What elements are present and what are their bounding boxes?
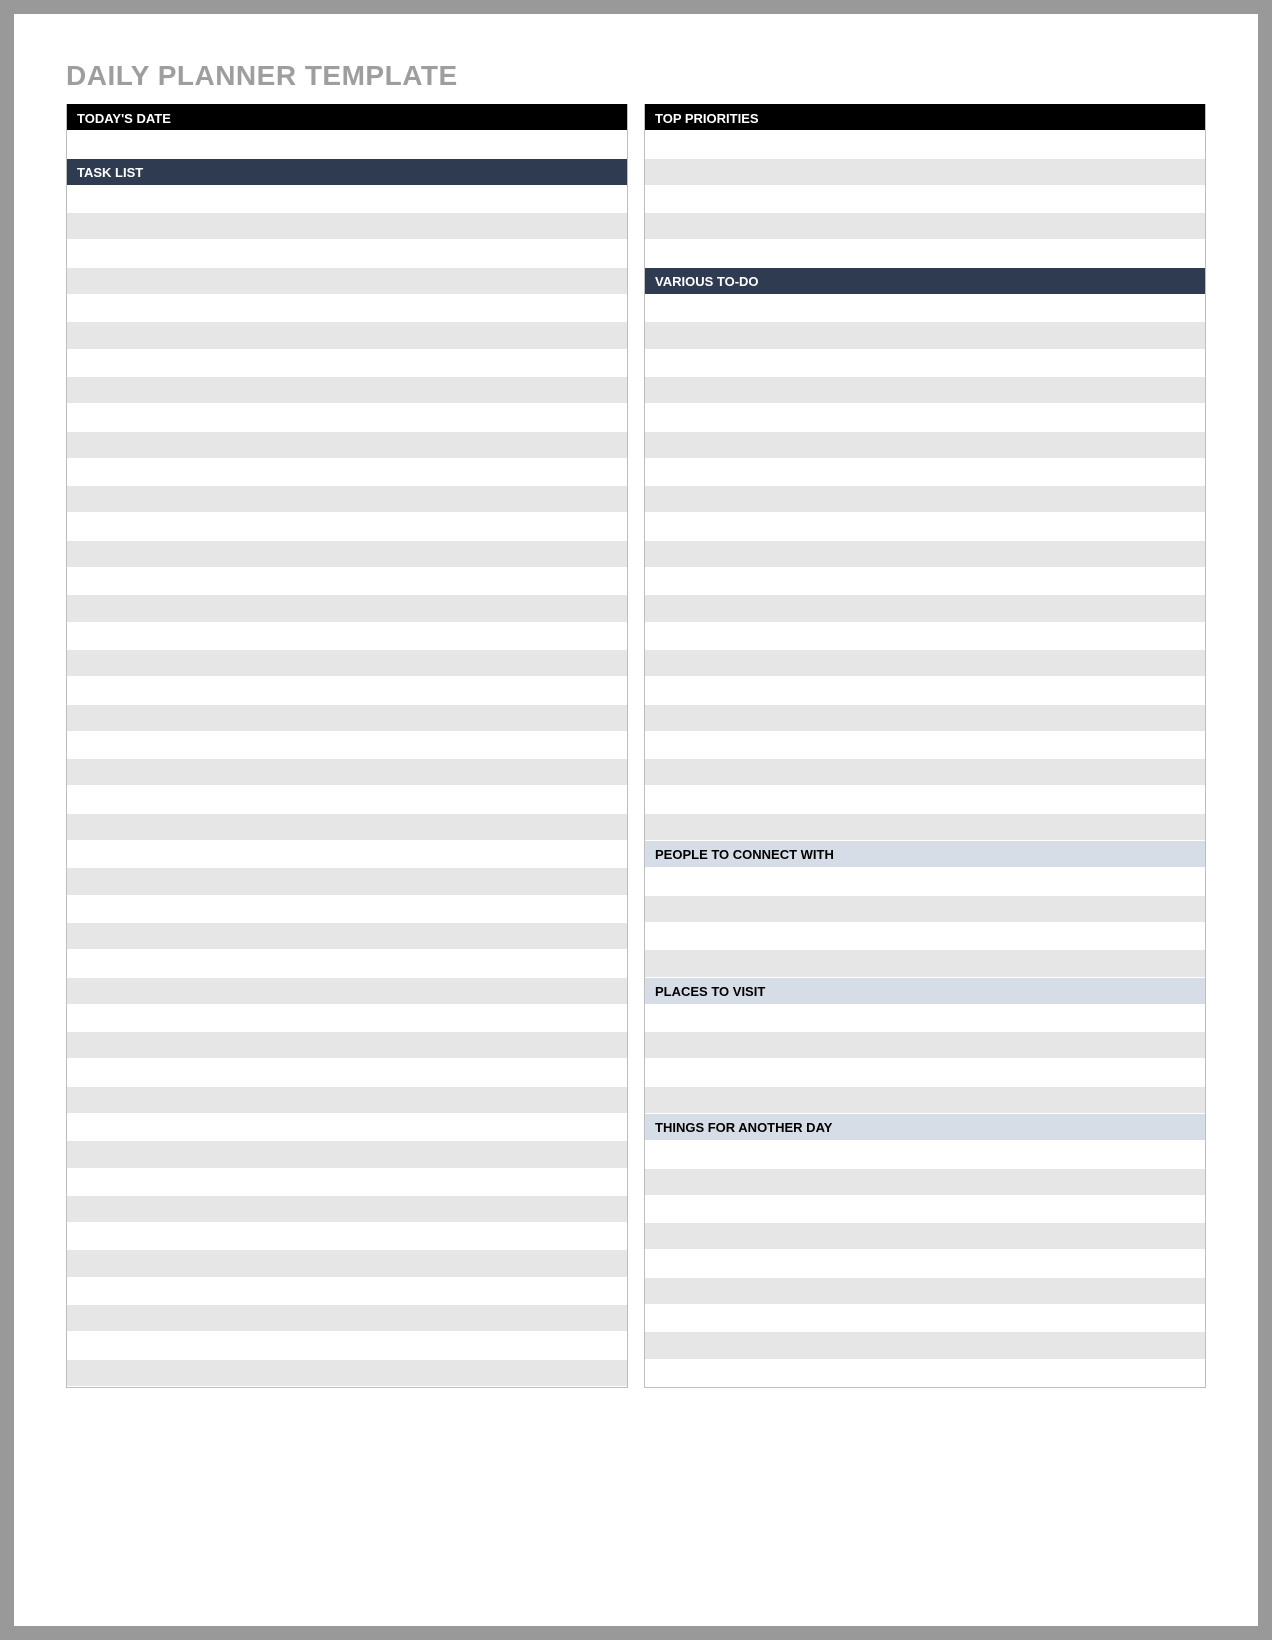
todo-row[interactable] bbox=[645, 595, 1205, 622]
task-row[interactable] bbox=[67, 1223, 627, 1250]
people-row[interactable] bbox=[645, 868, 1205, 895]
places-row[interactable] bbox=[645, 1087, 1205, 1114]
another-day-row[interactable] bbox=[645, 1223, 1205, 1250]
priority-row[interactable] bbox=[645, 186, 1205, 213]
task-row[interactable] bbox=[67, 1278, 627, 1305]
todo-row[interactable] bbox=[645, 513, 1205, 540]
task-row[interactable] bbox=[67, 268, 627, 295]
task-row[interactable] bbox=[67, 213, 627, 240]
task-row[interactable] bbox=[67, 322, 627, 349]
task-row[interactable] bbox=[67, 1250, 627, 1277]
priority-row[interactable] bbox=[645, 213, 1205, 240]
task-row[interactable] bbox=[67, 568, 627, 595]
people-connect-header: PEOPLE TO CONNECT WITH bbox=[645, 841, 1205, 868]
planner-page: DAILY PLANNER TEMPLATE TODAY'S DATE TASK… bbox=[14, 14, 1258, 1626]
todo-row[interactable] bbox=[645, 350, 1205, 377]
todo-row[interactable] bbox=[645, 814, 1205, 841]
task-row[interactable] bbox=[67, 295, 627, 322]
another-day-row[interactable] bbox=[645, 1278, 1205, 1305]
top-priorities-header: TOP PRIORITIES bbox=[645, 104, 1205, 131]
task-row[interactable] bbox=[67, 705, 627, 732]
task-row[interactable] bbox=[67, 1141, 627, 1168]
task-row[interactable] bbox=[67, 1169, 627, 1196]
todo-row[interactable] bbox=[645, 404, 1205, 431]
todo-row[interactable] bbox=[645, 486, 1205, 513]
priority-row[interactable] bbox=[645, 159, 1205, 186]
task-row[interactable] bbox=[67, 1305, 627, 1332]
priority-row[interactable] bbox=[645, 131, 1205, 158]
right-column: TOP PRIORITIES VARIOUS TO-DO bbox=[644, 104, 1206, 1388]
task-row[interactable] bbox=[67, 240, 627, 267]
todo-row[interactable] bbox=[645, 459, 1205, 486]
task-row[interactable] bbox=[67, 950, 627, 977]
columns: TODAY'S DATE TASK LIST bbox=[66, 104, 1206, 1388]
task-row[interactable] bbox=[67, 377, 627, 404]
another-day-row[interactable] bbox=[645, 1169, 1205, 1196]
priority-row[interactable] bbox=[645, 240, 1205, 267]
another-day-row[interactable] bbox=[645, 1332, 1205, 1359]
people-row[interactable] bbox=[645, 896, 1205, 923]
people-row[interactable] bbox=[645, 950, 1205, 977]
todo-row[interactable] bbox=[645, 568, 1205, 595]
task-row[interactable] bbox=[67, 404, 627, 431]
task-row[interactable] bbox=[67, 595, 627, 622]
task-row[interactable] bbox=[67, 623, 627, 650]
task-row[interactable] bbox=[67, 896, 627, 923]
people-row[interactable] bbox=[645, 923, 1205, 950]
another-day-row[interactable] bbox=[645, 1305, 1205, 1332]
task-row[interactable] bbox=[67, 486, 627, 513]
todo-row[interactable] bbox=[645, 786, 1205, 813]
todo-row[interactable] bbox=[645, 732, 1205, 759]
task-row[interactable] bbox=[67, 350, 627, 377]
task-row[interactable] bbox=[67, 978, 627, 1005]
left-column: TODAY'S DATE TASK LIST bbox=[66, 104, 628, 1388]
todo-row[interactable] bbox=[645, 705, 1205, 732]
task-row[interactable] bbox=[67, 1332, 627, 1359]
todo-row[interactable] bbox=[645, 377, 1205, 404]
task-row[interactable] bbox=[67, 786, 627, 813]
task-row[interactable] bbox=[67, 459, 627, 486]
todo-row[interactable] bbox=[645, 650, 1205, 677]
task-row[interactable] bbox=[67, 432, 627, 459]
various-todo-header: VARIOUS TO-DO bbox=[645, 268, 1205, 295]
task-row[interactable] bbox=[67, 868, 627, 895]
task-row[interactable] bbox=[67, 1005, 627, 1032]
task-row[interactable] bbox=[67, 814, 627, 841]
todo-row[interactable] bbox=[645, 677, 1205, 704]
task-list-header: TASK LIST bbox=[67, 159, 627, 186]
task-row[interactable] bbox=[67, 650, 627, 677]
task-row[interactable] bbox=[67, 759, 627, 786]
another-day-row[interactable] bbox=[645, 1196, 1205, 1223]
todays-date-value[interactable] bbox=[67, 131, 627, 158]
task-row[interactable] bbox=[67, 541, 627, 568]
places-visit-header: PLACES TO VISIT bbox=[645, 978, 1205, 1005]
todo-row[interactable] bbox=[645, 322, 1205, 349]
another-day-row[interactable] bbox=[645, 1141, 1205, 1168]
task-row[interactable] bbox=[67, 1087, 627, 1114]
task-row[interactable] bbox=[67, 1360, 627, 1387]
todo-row[interactable] bbox=[645, 541, 1205, 568]
task-row[interactable] bbox=[67, 1196, 627, 1223]
todo-row[interactable] bbox=[645, 295, 1205, 322]
places-row[interactable] bbox=[645, 1059, 1205, 1086]
task-row[interactable] bbox=[67, 1114, 627, 1141]
task-row[interactable] bbox=[67, 1032, 627, 1059]
places-row[interactable] bbox=[645, 1005, 1205, 1032]
todo-row[interactable] bbox=[645, 759, 1205, 786]
task-row[interactable] bbox=[67, 513, 627, 540]
another-day-row[interactable] bbox=[645, 1250, 1205, 1277]
todays-date-header: TODAY'S DATE bbox=[67, 104, 627, 131]
task-row[interactable] bbox=[67, 923, 627, 950]
task-row[interactable] bbox=[67, 841, 627, 868]
task-row[interactable] bbox=[67, 1059, 627, 1086]
places-row[interactable] bbox=[645, 1032, 1205, 1059]
todo-row[interactable] bbox=[645, 623, 1205, 650]
another-day-header: THINGS FOR ANOTHER DAY bbox=[645, 1114, 1205, 1141]
page-title: DAILY PLANNER TEMPLATE bbox=[66, 60, 1206, 92]
task-row[interactable] bbox=[67, 732, 627, 759]
task-row[interactable] bbox=[67, 677, 627, 704]
todo-row[interactable] bbox=[645, 432, 1205, 459]
task-row[interactable] bbox=[67, 186, 627, 213]
